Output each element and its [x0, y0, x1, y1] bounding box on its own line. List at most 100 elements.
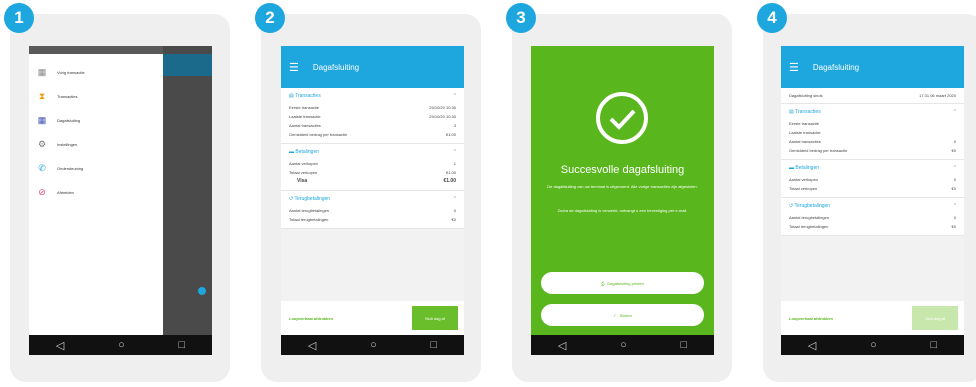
home-icon[interactable]: ○ — [620, 339, 627, 351]
transactions-card: ▤ Transacties ^ Eerste transactie 29/10/2… — [281, 88, 464, 144]
drawer-item[interactable]: ▦ Dagafsluiting — [29, 108, 163, 132]
summary-row: Laatste transactie — [789, 128, 956, 137]
transactions-card: ▤ Transacties ^ Eerste transactie Laatste… — [781, 104, 964, 160]
recent-apps-icon[interactable]: □ — [680, 339, 687, 351]
drawer-item[interactable]: ⊘ Afmelden — [29, 180, 163, 204]
print-closing-label: Dagafsluiting printen — [607, 280, 644, 286]
summary-row: Laatste transactie 29/10/20 10:30 — [289, 112, 456, 121]
summary-row-label: Aantal verkopen — [289, 161, 318, 166]
summary-row: Totaal verkopen €0 — [789, 184, 956, 193]
summary-row-label: Aantal terugbetalingen — [789, 215, 830, 220]
refunds-title: Terugbetalingen — [294, 196, 331, 202]
refunds-header[interactable]: ↺ Terugbetalingen ^ — [289, 196, 456, 202]
chevron-up-icon: ^ — [453, 149, 456, 155]
android-navbar: ◁ ○ □ — [531, 335, 714, 355]
summary-row: Eerste transactie — [789, 119, 956, 128]
summary-row: Totaal verkopen €1.00 — [289, 168, 456, 177]
summary-row-value: 1 — [453, 161, 456, 166]
summary-row-label: Laatste transactie — [289, 114, 321, 119]
drawer-item[interactable]: ⧗ Transacties — [29, 84, 163, 108]
visa-row: Visa €1.00 — [289, 177, 456, 186]
phone-screen-after-closing: ☰ Dagafsluiting Dagafsluiting sinds 17:3… — [781, 46, 964, 355]
drawer-scrim[interactable] — [163, 46, 212, 335]
status-bar — [29, 46, 163, 54]
summary-row-value: €0 — [951, 186, 956, 191]
summary-row-value: 29/10/20 10:30 — [429, 114, 456, 119]
recent-apps-icon[interactable]: □ — [930, 339, 937, 351]
chevron-up-icon: ^ — [453, 196, 456, 202]
home-icon[interactable]: ○ — [870, 339, 877, 351]
summary-row-value: €0 — [951, 148, 956, 153]
close-day-button[interactable]: Sluit dag af — [412, 306, 458, 330]
transactions-rows: Eerste transactie 29/10/20 10:30 Laatste t… — [289, 103, 456, 139]
print-receipt-link[interactable]: Loopverhaal afdrukken — [789, 316, 833, 321]
summary-row-label: Aantal terugbetalingen — [289, 208, 330, 213]
back-icon[interactable]: ◁ — [558, 339, 566, 352]
summary-row-value: 0 — [953, 139, 956, 144]
checkmark-circle-icon — [596, 92, 648, 144]
app-bar-title: Dagafsluiting — [312, 62, 360, 72]
transactions-header[interactable]: ▤ Transacties ^ — [789, 109, 956, 115]
step-badge-3: 3 — [506, 3, 536, 33]
app-bar: ☰ Dagafsluiting — [781, 46, 964, 88]
support-icon: ✆ — [38, 163, 46, 173]
close-day-button[interactable]: Sluit dag af — [912, 306, 958, 330]
summary-row-value: 0 — [953, 215, 956, 220]
success-message-1: De dagafsluiting van uw terminal is uitg… — [547, 184, 698, 189]
chevron-up-icon: ^ — [953, 203, 956, 209]
navigation-drawer: ▦ Vorig transactie ⧗ Transacties ▦ Dagafsluit… — [29, 46, 163, 335]
payments-title: Betalingen — [295, 149, 320, 155]
print-receipt-link[interactable]: Loopverhaal afdrukken — [289, 316, 333, 321]
receipt-icon: ▦ — [37, 67, 47, 77]
close-button[interactable]: ✓ Sluiten — [541, 304, 704, 326]
summary-row-label: Aantal verkopen — [789, 177, 818, 182]
summary-row-value: €0 — [451, 217, 456, 222]
payments-rows: Aantal verkopen 1 Totaal verkopen €1.00 — [289, 159, 456, 177]
summary-row-label: Gemiddeld bedrag per transactie — [289, 132, 348, 137]
home-icon[interactable]: ○ — [118, 339, 125, 351]
back-icon[interactable]: ◁ — [808, 339, 816, 352]
chevron-up-icon: ^ — [453, 93, 456, 99]
summary-row-label: Totaal verkopen — [789, 186, 818, 191]
home-icon[interactable]: ○ — [370, 339, 377, 351]
visa-label: Visa — [297, 178, 308, 184]
summary-row: Aantal verkopen 1 — [289, 159, 456, 168]
step-badge-1: 1 — [4, 3, 34, 33]
summary-row-label: Aantal transacties — [289, 123, 321, 128]
drawer-item-label: Vorig transactie — [57, 69, 85, 75]
print-closing-button[interactable]: ⎙ Dagafsluiting printen — [541, 272, 704, 294]
summary-row-value: €0 — [951, 224, 956, 229]
android-navbar: ◁ ○ □ — [781, 335, 964, 355]
refunds-header[interactable]: ↺ Terugbetalingen ^ — [789, 203, 956, 209]
summary-row-label: Aantal transacties — [789, 139, 821, 144]
back-icon[interactable]: ◁ — [56, 339, 64, 352]
summary-row: Gemiddeld bedrag per transactie €1.00 — [289, 130, 456, 139]
fab-icon — [198, 287, 206, 295]
drawer-item-label: Afmelden — [57, 189, 74, 195]
summary-row-value: €1.00 — [445, 132, 456, 137]
phone-screen-closing: ☰ Dagafsluiting ▤ Transacties ^ Eerste t… — [281, 46, 464, 355]
summary-row-label: Laatste transactie — [789, 130, 821, 135]
recent-apps-icon[interactable]: □ — [430, 339, 437, 351]
hamburger-menu-icon[interactable]: ☰ — [289, 61, 299, 74]
payments-header[interactable]: ▬ Betalingen ^ — [789, 165, 956, 171]
recent-apps-icon[interactable]: □ — [178, 339, 185, 351]
drawer-item-label: Transacties — [57, 93, 78, 99]
payments-card: ▬ Betalingen ^ Aantal verkopen 0 Totaal ve… — [781, 160, 964, 198]
closing-since-card: Dagafsluiting sinds 17:31 06 maart 2020 — [781, 88, 964, 104]
closing-footer: Loopverhaal afdrukken Sluit dag af — [781, 301, 964, 335]
summary-row-label: Totaal verkopen — [289, 170, 318, 175]
closing-since-label: Dagafsluiting sinds — [789, 93, 823, 98]
payments-header[interactable]: ▬ Betalingen ^ — [289, 149, 456, 155]
chevron-up-icon: ^ — [953, 109, 956, 115]
hamburger-menu-icon[interactable]: ☰ — [789, 61, 799, 74]
drawer-item[interactable]: ▦ Vorig transactie — [29, 60, 163, 84]
drawer-item[interactable]: ⚙ Instellingen — [29, 132, 163, 156]
closing-since-row: Dagafsluiting sinds 17:31 06 maart 2020 — [789, 91, 956, 100]
drawer-item[interactable]: ✆ Ondersteuning — [29, 156, 163, 180]
transactions-header[interactable]: ▤ Transacties ^ — [289, 93, 456, 99]
summary-row-value: €1.00 — [445, 170, 456, 175]
success-screen: Succesvolle dagafsluiting De dagafsluiti… — [531, 46, 714, 335]
back-icon[interactable]: ◁ — [308, 339, 316, 352]
step-badge-2: 2 — [255, 3, 285, 33]
